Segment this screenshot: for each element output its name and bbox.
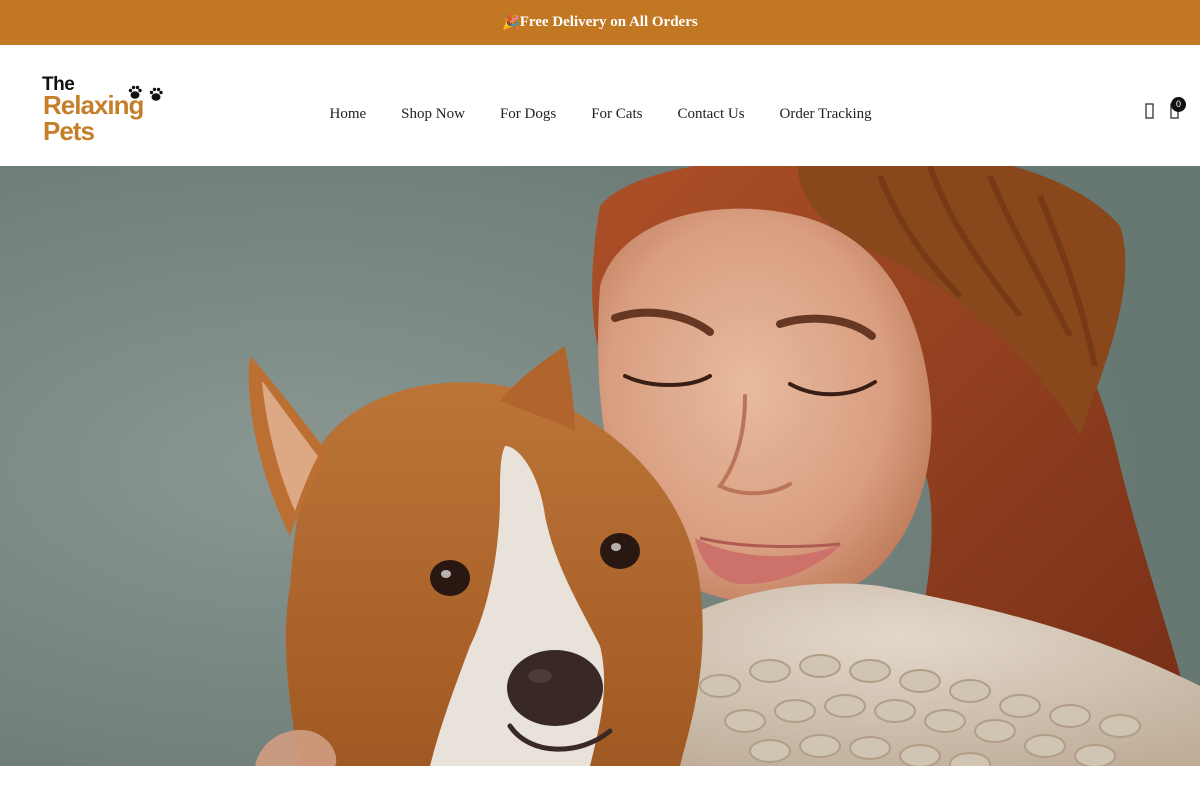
nav-item-for-cats[interactable]: For Cats bbox=[591, 106, 642, 123]
search-icon[interactable] bbox=[1145, 103, 1155, 121]
header-icons: 0 bbox=[1120, 45, 1200, 166]
nav-item-shop-now[interactable]: Shop Now bbox=[401, 106, 465, 123]
main-navigation: Home Shop Now For Dogs For Cats Contact … bbox=[312, 45, 889, 166]
nav-item-for-dogs[interactable]: For Dogs bbox=[500, 106, 556, 123]
nav-item-home[interactable]: Home bbox=[330, 106, 367, 123]
site-logo[interactable]: The Relaxing Pets bbox=[42, 75, 172, 147]
party-popper-icon: 🎉 bbox=[502, 14, 520, 31]
cart-count-badge: 0 bbox=[1171, 97, 1186, 112]
nav-item-contact-us[interactable]: Contact Us bbox=[677, 106, 744, 123]
site-header: The Relaxing Pets Home Shop Now For Dogs… bbox=[0, 45, 1200, 166]
woman-hugging-corgi-photo bbox=[0, 166, 1200, 766]
announcement-bar: 🎉 Free Delivery on All Orders bbox=[0, 0, 1200, 45]
paw-prints-icon bbox=[128, 85, 163, 101]
announcement-text: Free Delivery on All Orders bbox=[519, 14, 698, 30]
logo-line-3: Pets bbox=[43, 116, 95, 146]
nav-item-order-tracking[interactable]: Order Tracking bbox=[780, 106, 872, 123]
hero-banner bbox=[0, 166, 1200, 766]
